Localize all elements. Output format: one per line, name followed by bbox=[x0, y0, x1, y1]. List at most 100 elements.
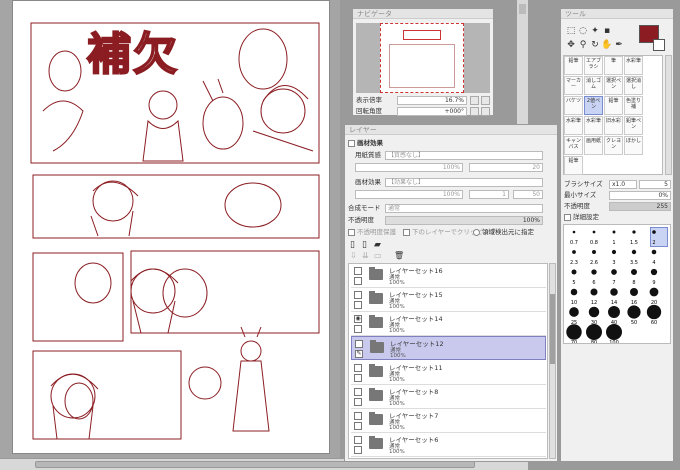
brush-slot[interactable]: 選択ペン bbox=[604, 76, 623, 95]
visibility-toggle[interactable] bbox=[354, 364, 362, 372]
scroll-thumb[interactable] bbox=[550, 294, 555, 364]
layer-row-selected[interactable]: ✎ レイヤーセット12 通常 100% bbox=[351, 336, 546, 360]
brush-grid-scrollbar[interactable] bbox=[665, 55, 672, 175]
size-dot[interactable] bbox=[650, 268, 658, 276]
size-dot[interactable] bbox=[610, 288, 618, 296]
brush-slot[interactable]: 水彩筆 bbox=[564, 116, 583, 135]
layer-row[interactable]: レイヤーセット16 通常 100% bbox=[351, 264, 546, 288]
size-dot[interactable] bbox=[571, 269, 577, 275]
size-dot[interactable] bbox=[606, 324, 622, 340]
pen-icon[interactable]: ✎ bbox=[355, 350, 363, 358]
paper-texture-select[interactable]: 【質感なし】 bbox=[385, 151, 543, 160]
brush-slot[interactable]: クレヨン bbox=[604, 136, 623, 155]
opacity-slider[interactable]: 100% bbox=[385, 216, 543, 225]
new-layer-icon[interactable]: ▯ bbox=[350, 240, 355, 250]
layer-row[interactable]: レイヤーセット7 通常 100% bbox=[351, 409, 546, 433]
brush-slot[interactable]: エアブラシ bbox=[584, 56, 603, 75]
eyedropper-icon[interactable]: ✒ bbox=[611, 37, 627, 53]
zoom-in-button[interactable] bbox=[470, 96, 479, 105]
brush-size-mult[interactable]: x1.0 bbox=[609, 180, 637, 189]
clear-icon[interactable]: ▭ bbox=[374, 251, 382, 260]
brush-slot[interactable]: 選択消し bbox=[624, 76, 643, 95]
paper-texture-strength[interactable]: 20 bbox=[469, 163, 543, 172]
brush-slot-selected[interactable]: 2値ペン bbox=[584, 96, 603, 115]
brush-slot[interactable]: 旧水彩 bbox=[604, 116, 623, 135]
scroll-thumb[interactable] bbox=[35, 461, 475, 468]
texture-effect-scale[interactable]: 100% bbox=[355, 190, 463, 199]
merge-icon[interactable]: ⇊ bbox=[362, 251, 369, 260]
size-dot[interactable] bbox=[627, 305, 641, 319]
zoom-out-button[interactable] bbox=[481, 96, 490, 105]
size-dot[interactable] bbox=[646, 304, 662, 320]
brush-slot[interactable]: キャンバス bbox=[564, 136, 583, 155]
size-dot[interactable] bbox=[592, 230, 596, 234]
size-dot[interactable] bbox=[570, 288, 578, 296]
size-dot[interactable] bbox=[590, 288, 598, 296]
size-dot[interactable] bbox=[612, 230, 616, 234]
brush-slot[interactable]: 鉛筆ペン bbox=[624, 116, 643, 135]
rotation-field[interactable]: +000° bbox=[397, 107, 467, 116]
min-size-value[interactable]: 0% bbox=[609, 191, 671, 200]
size-dot[interactable] bbox=[566, 324, 582, 340]
lock-toggle[interactable] bbox=[354, 325, 362, 333]
size-dot[interactable] bbox=[592, 250, 596, 254]
source-option[interactable]: 領域検出元に指定 bbox=[473, 227, 534, 237]
texture-effect-value2[interactable]: 50 bbox=[513, 190, 543, 199]
brush-slot[interactable]: 水彩筆 bbox=[584, 116, 603, 135]
layer-list-scrollbar[interactable] bbox=[549, 263, 556, 459]
size-dot[interactable] bbox=[611, 249, 617, 255]
layer-row[interactable]: レイヤーセット15 通常 100% bbox=[351, 288, 546, 312]
brush-slot[interactable]: 鉛筆 bbox=[564, 156, 583, 175]
layer-row[interactable]: レイヤーセット8 通常 100% bbox=[351, 385, 546, 409]
size-dot[interactable] bbox=[630, 288, 638, 296]
size-dot[interactable] bbox=[632, 230, 636, 234]
brush-slot[interactable]: 鉛筆 bbox=[564, 56, 583, 75]
lock-toggle[interactable] bbox=[354, 374, 362, 382]
secondary-color-swatch[interactable] bbox=[653, 39, 665, 51]
visibility-toggle[interactable] bbox=[354, 412, 362, 420]
size-dot[interactable] bbox=[572, 250, 576, 254]
size-dot-grid[interactable]: 0.7 0.8 1 1.5 22.3 2.6 3 3.5 45 6 7 8 910 12 14 16 2025 3… bbox=[564, 225, 670, 343]
size-dot[interactable] bbox=[569, 307, 579, 317]
brush-opacity-slider[interactable]: 255 bbox=[609, 202, 671, 211]
texture-effect-strength[interactable]: 1 bbox=[469, 190, 509, 199]
lock-toggle[interactable] bbox=[354, 422, 362, 430]
size-dot[interactable] bbox=[586, 324, 602, 340]
zoom-field[interactable]: 16.7% bbox=[397, 96, 467, 105]
trash-icon[interactable]: 🗑 bbox=[394, 251, 404, 260]
size-dot[interactable] bbox=[591, 269, 597, 275]
lock-toggle[interactable] bbox=[354, 446, 362, 454]
lock-toggle[interactable] bbox=[354, 277, 362, 285]
new-folder-icon[interactable]: ▰ bbox=[374, 240, 381, 250]
layer-row[interactable]: ◉ レイヤーセット14 通常 100% bbox=[351, 312, 546, 336]
protect-option[interactable]: 不透明度保護 bbox=[348, 227, 396, 237]
brush-slot[interactable]: マーカー bbox=[564, 76, 583, 95]
transfer-icon[interactable]: ⇩ bbox=[350, 251, 357, 260]
navigator-viewport[interactable] bbox=[380, 23, 464, 93]
expand-icon[interactable] bbox=[348, 139, 355, 147]
size-dot[interactable] bbox=[630, 268, 638, 276]
canvas-area[interactable]: 補欠 bbox=[0, 0, 340, 458]
brush-size-value[interactable]: 5 bbox=[639, 180, 671, 189]
size-dot[interactable] bbox=[649, 287, 659, 297]
size-dot[interactable] bbox=[651, 249, 657, 255]
paper-texture-scale[interactable]: 100% bbox=[355, 163, 463, 172]
navigator-preview[interactable] bbox=[356, 23, 490, 93]
manga-page[interactable]: 補欠 bbox=[12, 0, 330, 454]
brush-slot[interactable]: バケツ bbox=[564, 96, 583, 115]
rotate-left-button[interactable] bbox=[470, 107, 479, 116]
visibility-toggle[interactable] bbox=[355, 340, 363, 348]
brush-slot[interactable]: ぼかし bbox=[624, 136, 643, 155]
texture-effect-select[interactable]: 【効果なし】 bbox=[385, 178, 543, 187]
brush-slot[interactable]: 消しゴム bbox=[584, 76, 603, 95]
brush-slot[interactable]: 鉛筆 bbox=[604, 96, 623, 115]
visibility-toggle[interactable] bbox=[354, 291, 362, 299]
visibility-toggle[interactable] bbox=[354, 388, 362, 396]
blend-mode-select[interactable]: 通常 bbox=[385, 204, 543, 213]
layer-row[interactable]: レイヤーセット6 通常 100% bbox=[351, 433, 546, 457]
size-dot[interactable] bbox=[608, 306, 620, 318]
size-dot[interactable] bbox=[572, 230, 576, 234]
layer-row[interactable]: レイヤーセット11 通常 100% bbox=[351, 361, 546, 385]
brush-slot[interactable]: 画用紙 bbox=[584, 136, 603, 155]
visibility-toggle[interactable] bbox=[354, 436, 362, 444]
